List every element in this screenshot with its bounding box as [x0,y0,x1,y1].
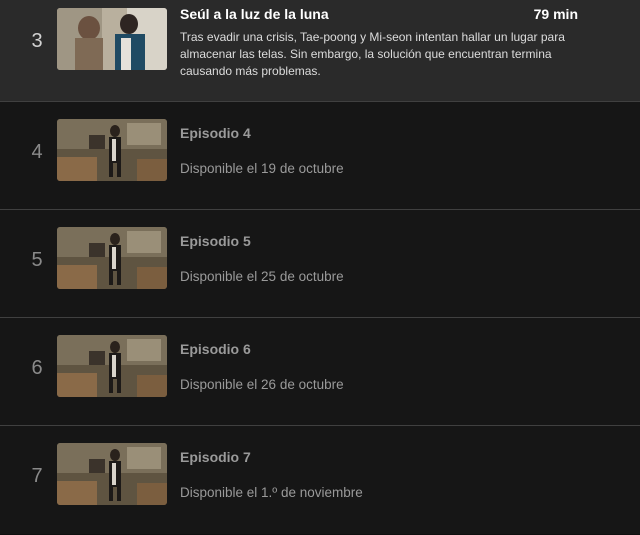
episode-thumbnail-image [57,8,167,70]
episode-row-5[interactable]: 5 Episodio 5 Disponible el 25 de octubre [0,210,640,318]
episode-thumbnail [57,119,167,181]
episode-row-3[interactable]: 3 Seúl a la luz de la luna 79 min Tras e… [0,0,640,102]
episode-title: Episodio 6 [180,341,251,357]
episode-availability: Disponible el 19 de octubre [180,161,344,176]
episode-number: 4 [31,141,43,163]
episode-title: Seúl a la luz de la luna [180,6,329,22]
episode-number: 5 [31,249,43,271]
episode-availability: Disponible el 1.º de noviembre [180,485,363,500]
episode-thumbnail-image [57,227,167,289]
episode-title: Episodio 5 [180,233,251,249]
episode-availability: Disponible el 25 de octubre [180,269,344,284]
episode-synopsis: Tras evadir una crisis, Tae-poong y Mi-s… [180,30,565,78]
episode-thumbnail [57,335,167,397]
episode-thumbnail[interactable] [57,8,167,70]
episode-title: Episodio 4 [180,125,251,141]
episode-duration: 79 min [533,6,578,22]
episode-thumbnail-image [57,443,167,505]
episode-row-4[interactable]: 4 Episodio 4 Disponible el 19 de octubre [0,102,640,210]
episode-thumbnail [57,443,167,505]
episode-row-7[interactable]: 7 Episodio 7 Disponible el 1.º de noviem… [0,426,640,534]
episode-row-6[interactable]: 6 Episodio 6 Disponible el 26 de octubre [0,318,640,426]
episode-number: 6 [31,357,43,379]
episode-availability: Disponible el 26 de octubre [180,377,344,392]
episode-thumbnail-image [57,335,167,397]
episode-list: 3 Seúl a la luz de la luna 79 min Tras e… [0,0,640,535]
episode-title: Episodio 7 [180,449,251,465]
episode-number: 7 [31,465,43,487]
episode-thumbnail-image [57,119,167,181]
episode-thumbnail [57,227,167,289]
episode-number: 3 [31,30,43,52]
